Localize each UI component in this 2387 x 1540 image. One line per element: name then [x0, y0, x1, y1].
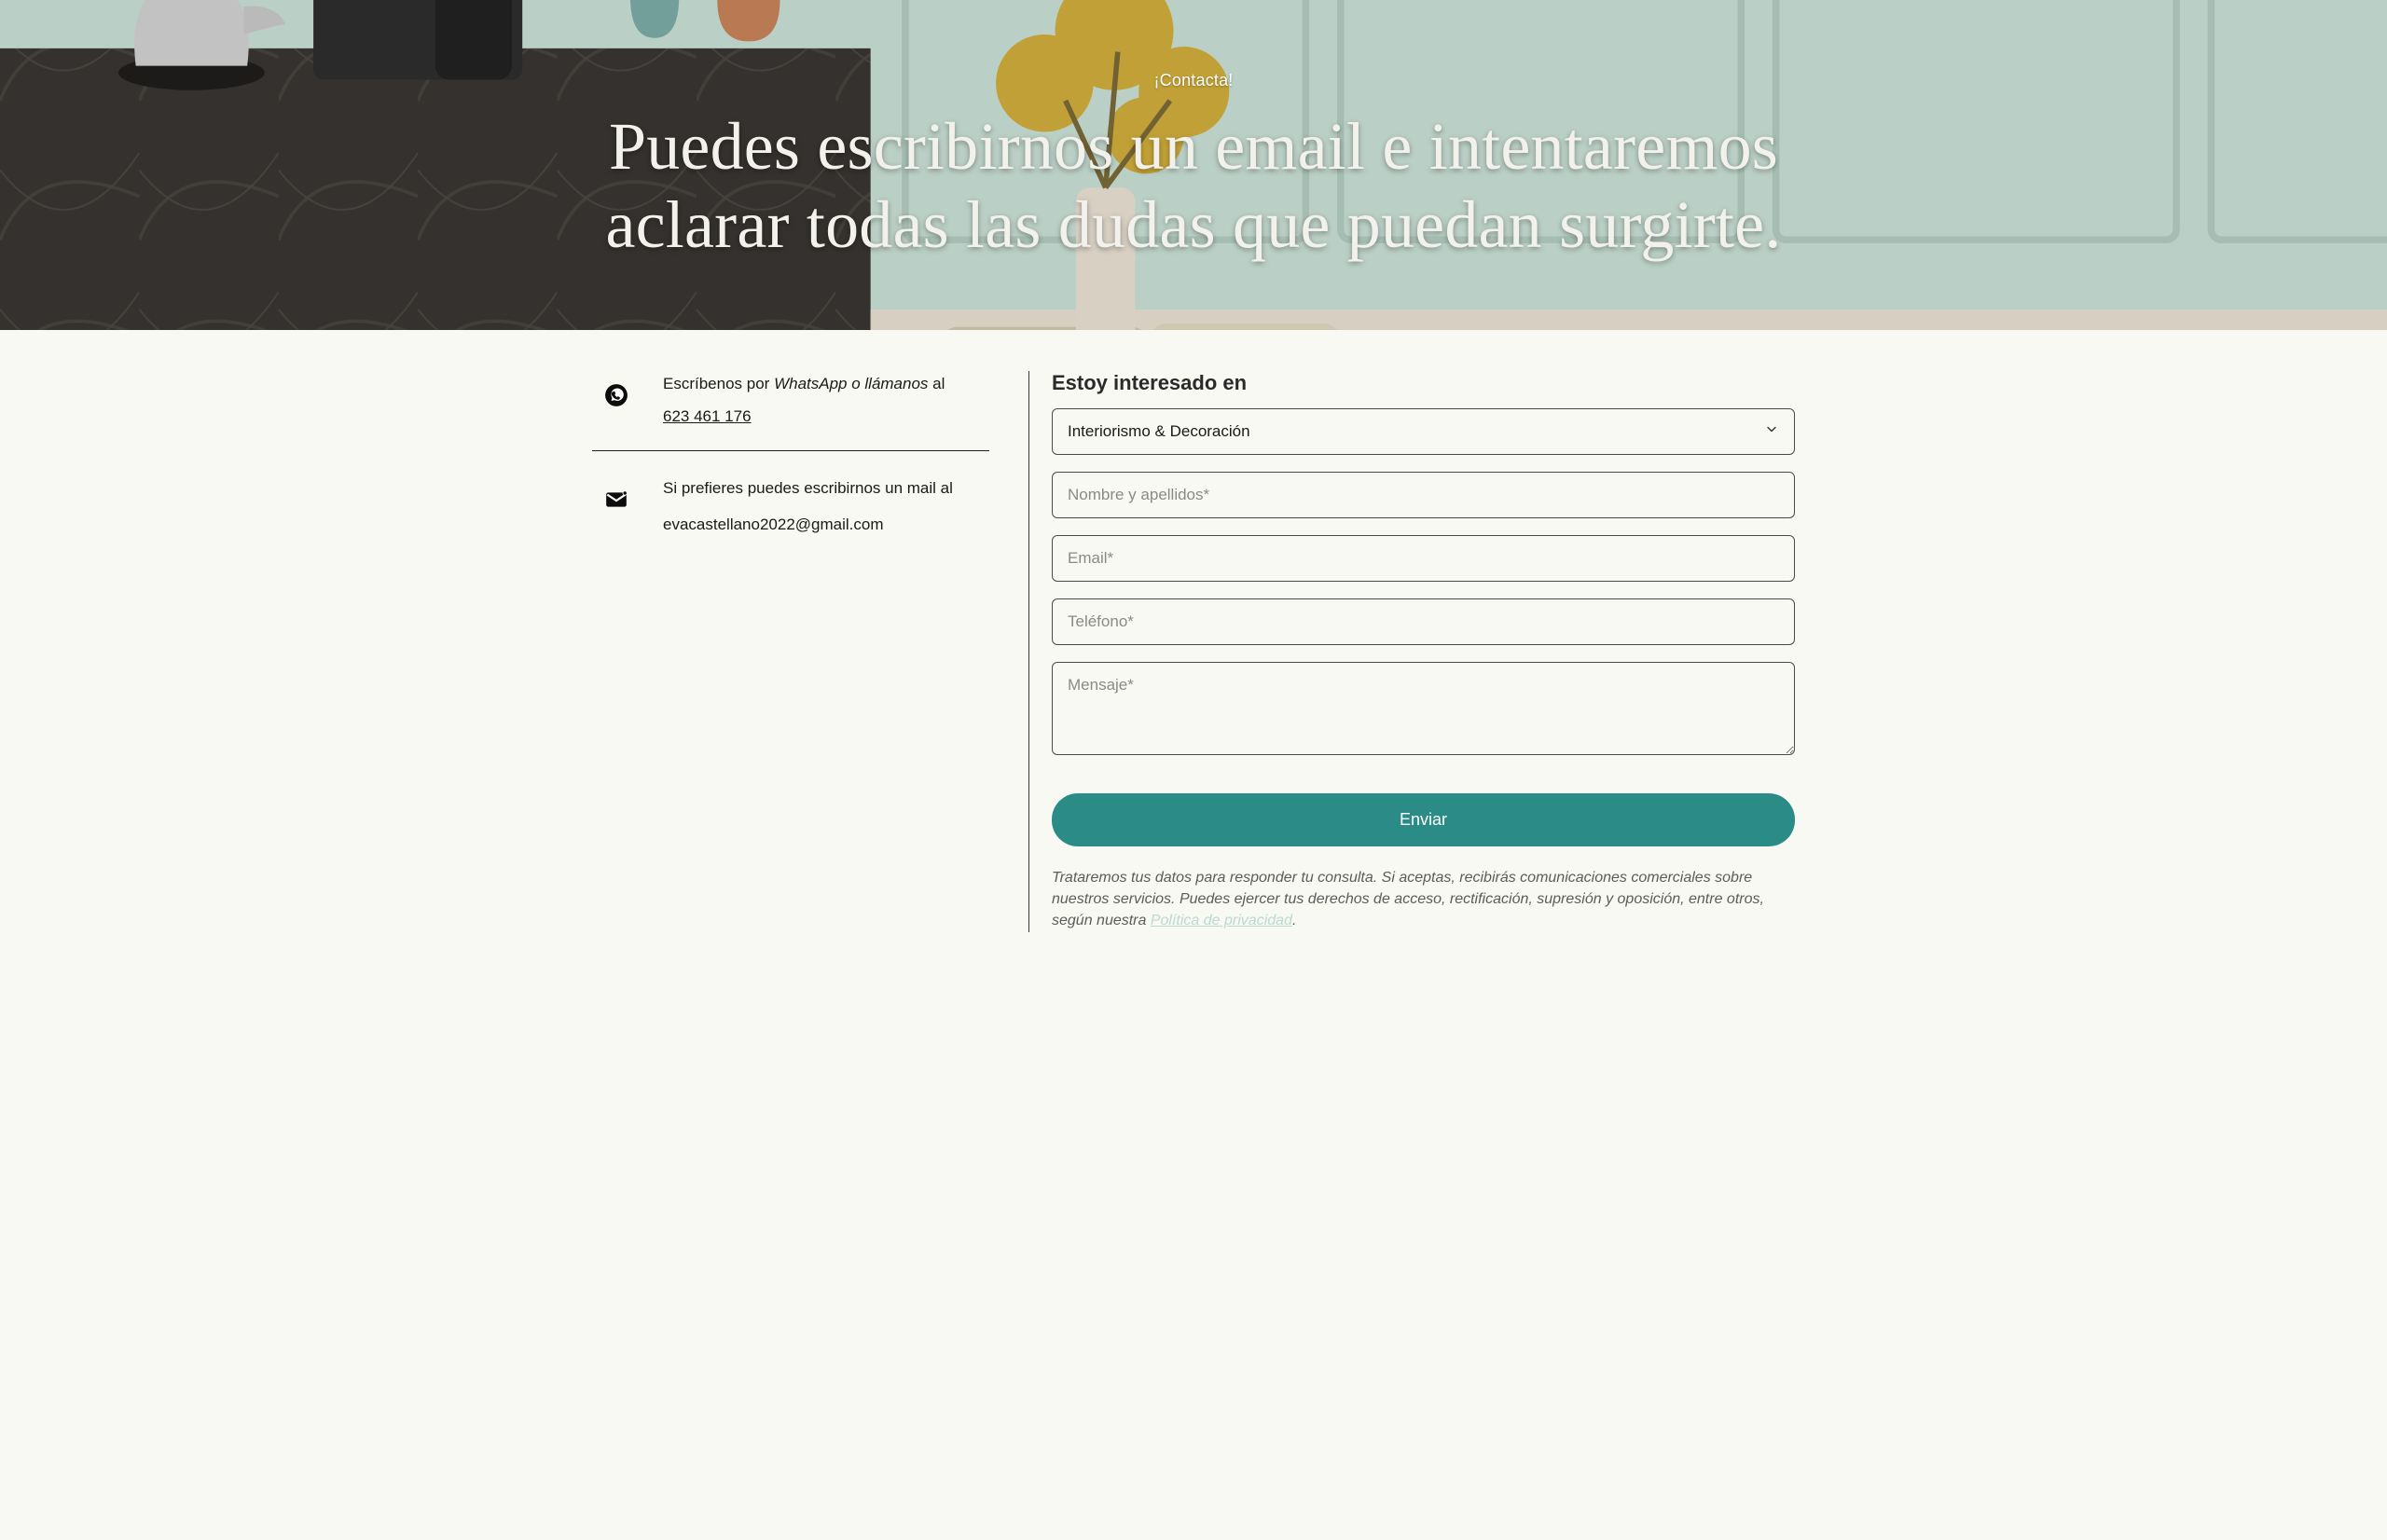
phone-link[interactable]: 623 461 176 — [663, 407, 752, 426]
chevron-down-icon — [1764, 422, 1779, 442]
name-input[interactable] — [1052, 472, 1795, 518]
email-address: evacastellano2022@gmail.com — [663, 512, 953, 537]
whatsapp-icon — [592, 371, 641, 419]
email-text: Si prefieres puedes escribirnos un mail … — [663, 475, 953, 537]
privacy-disclaimer: Trataremos tus datos para responder tu c… — [1052, 867, 1795, 932]
interest-label: Estoy interesado en — [1052, 371, 1795, 395]
whatsapp-channel: WhatsApp o llámanos — [774, 375, 928, 392]
sidebar-divider — [592, 450, 989, 451]
contact-sidebar: Escríbenos por WhatsApp o llámanos al 62… — [592, 371, 993, 932]
hero-headline: Puedes escribirnos un email e intentarem… — [578, 107, 1809, 264]
disclaimer-text-after: . — [1292, 913, 1296, 928]
contact-form-section: Estoy interesado en Interiorismo & Decor… — [1028, 371, 1795, 932]
submit-button[interactable]: Enviar — [1052, 793, 1795, 846]
interest-select[interactable]: Interiorismo & Decoración — [1052, 408, 1795, 455]
whatsapp-block: Escríbenos por WhatsApp o llámanos al 62… — [592, 371, 989, 426]
email-prefix: Si prefieres puedes escribirnos un mail … — [663, 475, 953, 501]
whatsapp-suffix: al — [928, 375, 945, 392]
privacy-policy-link[interactable]: Política de privacidad — [1151, 913, 1292, 928]
email-block: Si prefieres puedes escribirnos un mail … — [592, 475, 989, 537]
hero-section: ¡Contacta! Puedes escribirnos un email e… — [0, 0, 2387, 330]
email-input[interactable] — [1052, 535, 1795, 582]
hero-eyebrow: ¡Contacta! — [0, 71, 2387, 90]
whatsapp-text: Escríbenos por WhatsApp o llámanos al 62… — [663, 371, 945, 426]
whatsapp-prefix: Escríbenos por — [663, 375, 774, 392]
mail-icon — [592, 475, 641, 524]
interest-selected-value: Interiorismo & Decoración — [1068, 422, 1250, 440]
content-wrap: Escríbenos por WhatsApp o llámanos al 62… — [573, 330, 1814, 955]
form-stack: Interiorismo & Decoración — [1052, 408, 1795, 760]
message-textarea[interactable] — [1052, 662, 1795, 755]
phone-input[interactable] — [1052, 598, 1795, 645]
